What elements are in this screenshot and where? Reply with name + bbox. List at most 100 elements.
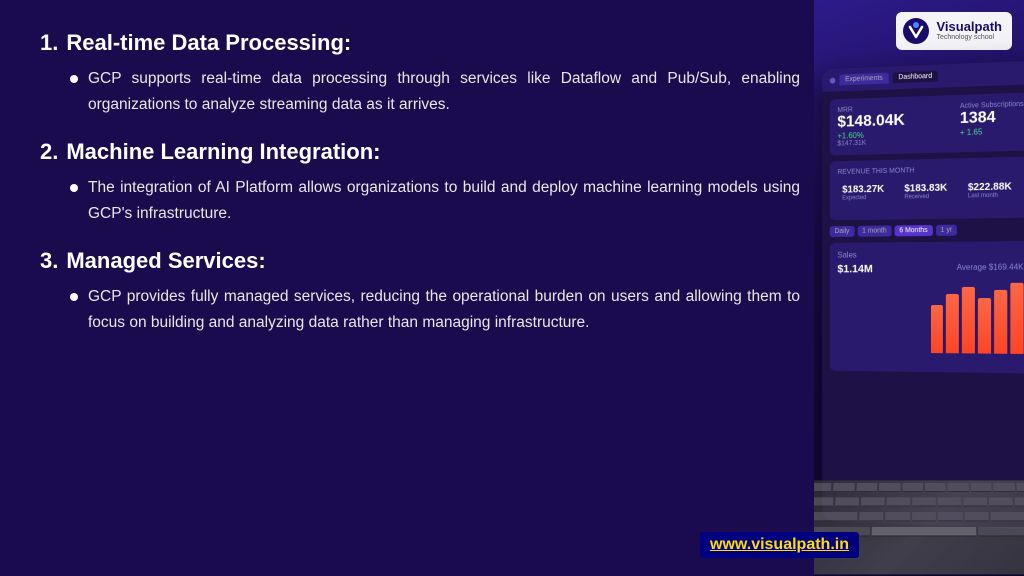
kbd-key [1016, 483, 1024, 492]
logo-text-area: Visualpath Technology school [936, 20, 1002, 42]
dashboard-mockup: Experiments Dashboard MRR $148.04K +1.60… [822, 61, 1024, 530]
section-1-title: 1. Real-time Data Processing: [40, 30, 800, 56]
logo-name: Visualpath [936, 20, 1002, 34]
kbd-key [938, 497, 962, 506]
bullet-dot [70, 75, 78, 83]
btn-6months[interactable]: 6 Months [894, 225, 932, 236]
kbd-key [835, 497, 859, 506]
chart-bar [853, 327, 865, 353]
section-2-title: 2. Machine Learning Integration: [40, 139, 800, 165]
chart-bar [899, 312, 912, 352]
visualpath-logo-icon [902, 17, 930, 45]
rev-last: $222.88K Last month [963, 176, 1024, 204]
website-link[interactable]: www.visualpath.in [700, 532, 859, 558]
logo-subtitle: Technology school [936, 34, 1002, 42]
kbd-key [861, 497, 885, 506]
rev2-label: Received [904, 194, 954, 201]
time-range-bar: Daily 1 month 6 Months 1 yr [830, 224, 1024, 237]
mrr-value: $148.04K [837, 112, 904, 132]
kbd-key [885, 512, 909, 521]
kbd-key [1014, 497, 1024, 506]
chart-bar [962, 287, 975, 354]
section-2-number: 2. [40, 139, 58, 165]
sales-chart: Sales $1.14M Average $169.44K [830, 241, 1024, 373]
kbd-key [814, 497, 834, 506]
kbd-key [856, 483, 877, 492]
kbd-key [948, 483, 969, 492]
section-1: 1. Real-time Data Processing: GCP suppor… [40, 30, 800, 117]
kbd-key [902, 483, 923, 492]
chart-bars [837, 283, 1023, 354]
chart-bar [915, 301, 928, 353]
subscriptions-value: 1384 [960, 108, 1024, 128]
section-1-heading: Real-time Data Processing: [66, 30, 351, 56]
rev3-val: $222.88K [968, 181, 1019, 193]
dash-dot [830, 77, 836, 83]
kbd-key [989, 497, 1013, 506]
chart-label: Sales [837, 249, 1023, 259]
section-3-title: 3. Managed Services: [40, 248, 800, 274]
section-3: 3. Managed Services: GCP provides fully … [40, 248, 800, 335]
dashboard-body: MRR $148.04K +1.60% $147.31K Active Subs… [822, 84, 1024, 382]
chart-bar [994, 290, 1007, 353]
rev-expected: $183.27K Expected [837, 179, 895, 207]
kbd-key [886, 497, 910, 506]
chart-bar [884, 320, 897, 353]
rev1-label: Expected [842, 195, 890, 202]
chart-bar [978, 298, 991, 354]
section-3-bullets: GCP provides fully managed services, red… [40, 284, 800, 335]
kbd-row [814, 480, 1024, 494]
bullet-dot [70, 184, 78, 192]
keyboard-mockup [814, 480, 1024, 574]
bullet-text: GCP provides fully managed services, red… [88, 284, 800, 335]
rev3-label: Last month [968, 192, 1019, 199]
rev-received: $183.83K Received [899, 177, 958, 205]
bullet-item: GCP supports real-time data processing t… [70, 66, 800, 117]
kbd-key [814, 512, 857, 521]
section-2-bullets: The integration of AI Platform allows or… [40, 175, 800, 226]
kbd-key [925, 483, 946, 492]
chart-avg: Average $169.44K [957, 262, 1024, 278]
logo-area: Visualpath Technology school [896, 12, 1012, 50]
kbd-key [912, 497, 936, 506]
kbd-key [971, 483, 992, 492]
chart-bar [931, 305, 944, 353]
section-2-heading: Machine Learning Integration: [66, 139, 380, 165]
kbd-key [963, 497, 987, 506]
dash-tab-active: Dashboard [893, 71, 939, 84]
bullet-text: GCP supports real-time data processing t… [88, 66, 800, 117]
bullet-text: The integration of AI Platform allows or… [88, 175, 800, 226]
cmrr-value: $147.31K [837, 139, 904, 148]
section-3-number: 3. [40, 248, 58, 274]
btn-1month[interactable]: 1 month [857, 225, 891, 236]
section-1-bullets: GCP supports real-time data processing t… [40, 66, 800, 117]
section-1-number: 1. [40, 30, 58, 56]
btn-1yr[interactable]: 1 yr [936, 225, 958, 236]
kbd-key [964, 512, 989, 521]
kbd-key [938, 512, 962, 521]
kbd-row [814, 495, 1024, 510]
bullet-item: The integration of AI Platform allows or… [70, 175, 800, 226]
chart-bar [1011, 283, 1024, 354]
main-content: 1. Real-time Data Processing: GCP suppor… [0, 0, 840, 576]
bullet-dot [70, 293, 78, 301]
chart-bar [868, 331, 881, 353]
kbd-key [814, 483, 832, 492]
kbd-row [814, 509, 1024, 524]
kbd-key [993, 483, 1014, 492]
kbd-key [912, 512, 936, 521]
revenue-values: $183.27K Expected $183.83K Received $222… [837, 176, 1023, 206]
section-2: 2. Machine Learning Integration: The int… [40, 139, 800, 226]
rev2-val: $183.83K [904, 183, 954, 195]
sub-change: + 1.65 [960, 126, 1024, 137]
chart-value: $1.14M [837, 263, 872, 275]
btn-daily[interactable]: Daily [830, 226, 855, 237]
kbd-key [879, 483, 900, 492]
mrr-card: MRR $148.04K +1.60% $147.31K Active Subs… [830, 92, 1024, 155]
kbd-key [991, 512, 1024, 521]
section-3-heading: Managed Services: [66, 248, 265, 274]
right-panel: Visualpath Technology school Experiments… [814, 0, 1024, 576]
chart-bar [946, 294, 959, 353]
revenue-label: REVENUE THIS MONTH [837, 165, 1023, 176]
kbd-key [859, 512, 884, 521]
